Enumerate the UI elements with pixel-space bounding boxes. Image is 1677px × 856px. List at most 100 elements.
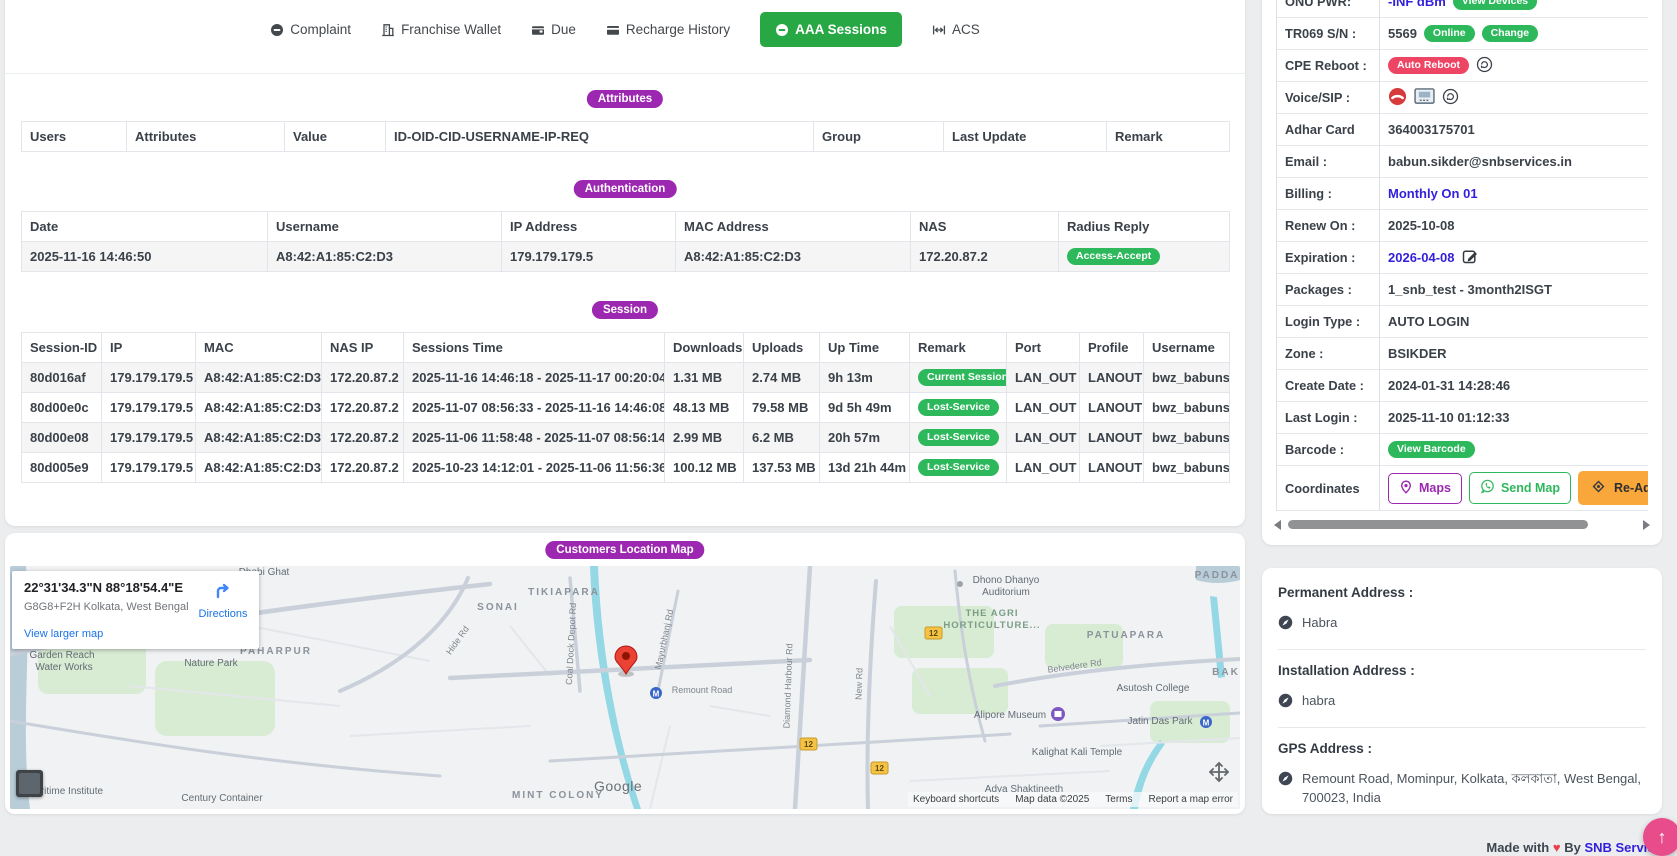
session-row: 80d016af 179.179.179.5 A8:42:A1:85:C2:D3… xyxy=(22,363,1230,393)
column-header: Remark xyxy=(910,333,1007,363)
authentication-section-badge: Authentication xyxy=(574,180,677,198)
detail-row-zone: Zone : BSIKDER xyxy=(1277,338,1648,370)
detail-row-onu-pwr: ONU PWR: -INF dBm View Devices xyxy=(1277,0,1648,18)
column-header: MAC xyxy=(196,333,322,363)
session-nas-ip: 172.20.87.2 xyxy=(322,423,404,453)
create-date-value: 2024-01-31 14:28:46 xyxy=(1388,378,1510,393)
voice-call-button[interactable] xyxy=(1388,87,1407,109)
column-header: Profile xyxy=(1080,333,1144,363)
google-map[interactable]: 12 12 12 M M Garden ReachWater WorksNatu… xyxy=(10,566,1240,809)
scrollbar-thumb[interactable] xyxy=(1288,520,1588,529)
tab-acs[interactable]: ACS xyxy=(932,22,980,37)
session-username: bwz_babuns xyxy=(1144,423,1230,453)
pan-control-icon[interactable] xyxy=(1205,758,1233,786)
tab-due[interactable]: Due xyxy=(531,22,576,37)
svg-text:HORTICULTURE...: HORTICULTURE... xyxy=(943,620,1040,631)
session-section-badge: Session xyxy=(592,301,658,319)
tr069-serial: 5569 xyxy=(1388,26,1417,41)
compass-icon xyxy=(1278,770,1293,792)
attributes-header-row: Users Attributes Value ID-OID-CID-USERNA… xyxy=(22,122,1230,152)
authentication-table: Date Username IP Address MAC Address NAS… xyxy=(21,211,1230,272)
gps-address-value-row: Remount Road, Mominpur, Kolkata, কলকাতা,… xyxy=(1278,770,1646,808)
view-larger-map-link[interactable]: View larger map xyxy=(24,628,103,640)
detail-row-login-type: Login Type : AUTO LOGIN xyxy=(1277,306,1648,338)
svg-text:Alipore Museum: Alipore Museum xyxy=(974,710,1046,721)
svg-text:Nature Park: Nature Park xyxy=(184,658,238,669)
map-plus-code: G8G8+F2H Kolkata, West Bengal xyxy=(24,601,189,613)
detail-row-billing: Billing : Monthly On 01 xyxy=(1277,178,1648,210)
ethernet-icon xyxy=(1414,88,1435,108)
attributes-table: Users Attributes Value ID-OID-CID-USERNA… xyxy=(21,121,1230,152)
svg-text:M: M xyxy=(653,690,660,699)
scroll-left-icon[interactable] xyxy=(1274,520,1281,530)
email-value: babun.sikder@snbservices.in xyxy=(1388,154,1572,169)
keyboard-shortcuts-link[interactable]: Keyboard shortcuts xyxy=(913,794,999,805)
sip-refresh-button[interactable] xyxy=(1442,88,1459,108)
compass-icon xyxy=(1278,692,1293,714)
horizontal-scrollbar[interactable] xyxy=(1274,519,1650,531)
change-button[interactable]: Change xyxy=(1482,25,1539,43)
map-section-badge: Customers Location Map xyxy=(545,541,704,559)
tab-label: Recharge History xyxy=(626,22,730,37)
tab-recharge-history[interactable]: Recharge History xyxy=(606,22,730,37)
tab-aaa-sessions[interactable]: AAA Sessions xyxy=(760,12,902,47)
column-header: Up Time xyxy=(820,333,910,363)
scroll-right-icon[interactable] xyxy=(1643,520,1650,530)
current-session-badge: Current Session xyxy=(918,369,1007,387)
re-add-coordinates-button[interactable]: Re-Add Coordinates xyxy=(1578,471,1648,505)
column-header: Uploads xyxy=(744,333,820,363)
edit-expiration-button[interactable] xyxy=(1462,248,1479,268)
reboot-refresh-button[interactable] xyxy=(1476,56,1493,76)
view-barcode-button[interactable]: View Barcode xyxy=(1388,441,1475,459)
tab-label: AAA Sessions xyxy=(795,22,887,37)
map-attribution: Keyboard shortcuts Map data ©2025 Terms … xyxy=(908,792,1238,807)
auth-username: A8:42:A1:85:C2:D3 xyxy=(268,242,502,272)
divider xyxy=(1278,727,1646,728)
footer-made-with: Made with xyxy=(1486,840,1549,855)
detail-row-expiration: Expiration : 2026-04-08 xyxy=(1277,242,1648,274)
tab-complaint[interactable]: Complaint xyxy=(270,22,351,37)
maps-button[interactable]: Maps xyxy=(1388,473,1462,504)
column-header: Username xyxy=(268,212,502,242)
svg-text:12: 12 xyxy=(804,740,813,749)
wallet-icon xyxy=(531,23,545,37)
imagery-toggle[interactable] xyxy=(16,770,43,797)
send-map-button[interactable]: Send Map xyxy=(1469,472,1571,504)
session-mac: A8:42:A1:85:C2:D3 xyxy=(196,363,322,393)
directions-label: Directions xyxy=(197,608,249,620)
session-downloads: 48.13 MB xyxy=(665,393,744,423)
credit-card-icon xyxy=(606,23,620,37)
map-pin-icon xyxy=(1399,480,1413,497)
auth-mac: A8:42:A1:85:C2:D3 xyxy=(676,242,911,272)
auth-ip: 179.179.179.5 xyxy=(502,242,676,272)
column-header: NAS IP xyxy=(322,333,404,363)
session-nas-ip: 172.20.87.2 xyxy=(322,363,404,393)
footer: Made with ♥ By SNB Services xyxy=(1486,840,1669,855)
session-remark: Lost-Service xyxy=(910,393,1007,423)
terms-link[interactable]: Terms xyxy=(1105,794,1132,805)
report-map-error-link[interactable]: Report a map error xyxy=(1149,794,1233,805)
dot-circle-icon xyxy=(270,23,284,37)
view-devices-button[interactable]: View Devices xyxy=(1453,0,1537,10)
session-port: LAN_OUT xyxy=(1007,363,1080,393)
detail-row-cpe-reboot: CPE Reboot : Auto Reboot xyxy=(1277,50,1648,82)
tab-bar: Complaint Franchise Wallet Due Recharge … xyxy=(5,12,1245,47)
session-row: 80d00e08 179.179.179.5 A8:42:A1:85:C2:D3… xyxy=(22,423,1230,453)
scroll-to-top-button[interactable]: ↑ xyxy=(1643,818,1677,856)
session-remark: Lost-Service xyxy=(910,423,1007,453)
auto-reboot-button[interactable]: Auto Reboot xyxy=(1388,57,1469,75)
subscriber-details-card: ONU PWR: -INF dBm View Devices TR069 S/N… xyxy=(1262,0,1662,545)
login-type-value: AUTO LOGIN xyxy=(1388,314,1469,329)
directions-button[interactable]: Directions xyxy=(197,578,249,620)
address-card: Permanent Address : Habra Installation A… xyxy=(1262,568,1662,814)
session-id: 80d005e9 xyxy=(22,453,102,483)
column-header: Radius Reply xyxy=(1059,212,1230,242)
authentication-row: 2025-11-16 14:46:50 A8:42:A1:85:C2:D3 17… xyxy=(22,242,1230,272)
installation-address-title: Installation Address : xyxy=(1278,663,1646,678)
svg-text:BAK: BAK xyxy=(1212,667,1240,678)
ethernet-port-button[interactable] xyxy=(1414,88,1435,108)
details-table: ONU PWR: -INF dBm View Devices TR069 S/N… xyxy=(1276,0,1648,511)
tab-separator xyxy=(5,73,1245,74)
tab-franchise-wallet[interactable]: Franchise Wallet xyxy=(381,22,501,37)
session-uploads: 137.53 MB xyxy=(744,453,820,483)
